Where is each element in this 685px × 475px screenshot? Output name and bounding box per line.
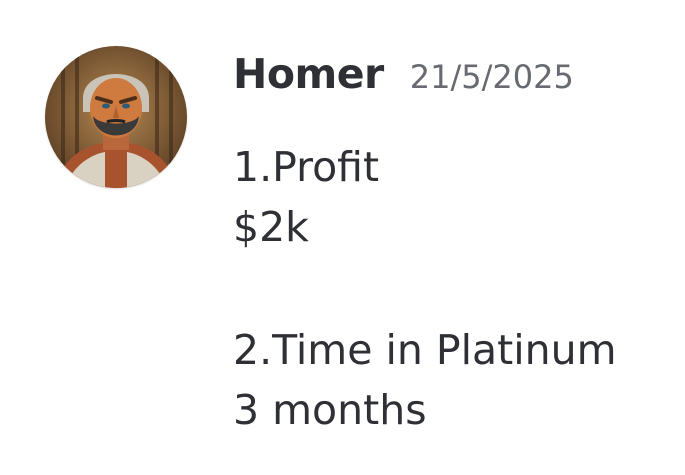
author-name[interactable]: Homer: [233, 50, 384, 98]
message-line: 3 months: [233, 386, 427, 434]
message-line: $2k: [233, 203, 309, 251]
message-line: 1.Profit: [233, 143, 380, 191]
message-line-blank: [233, 257, 617, 320]
message-content: 1.Profit $2k 2.Time in Platinum 3 months: [233, 137, 617, 440]
bearded-warrior-avatar-icon: [45, 46, 187, 188]
user-avatar[interactable]: [45, 46, 187, 188]
chat-message: Homer 21/5/2025 1.Profit $2k 2.Time in P…: [0, 0, 685, 475]
message-line: 2.Time in Platinum: [233, 326, 617, 374]
message-timestamp: 21/5/2025: [409, 58, 574, 96]
message-header: Homer 21/5/2025: [233, 50, 574, 110]
